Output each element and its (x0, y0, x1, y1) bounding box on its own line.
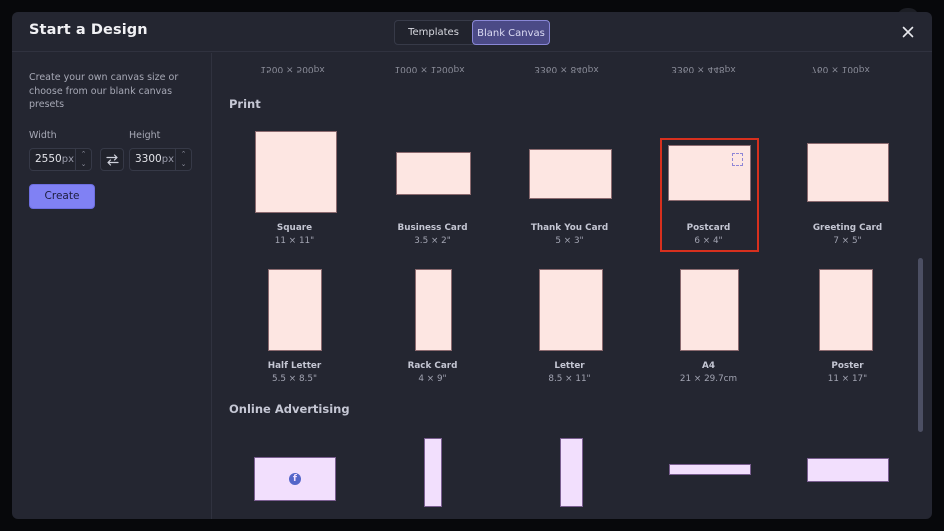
preset-ad-banner[interactable] (779, 403, 916, 519)
close-icon (902, 26, 914, 38)
preset-ad-skyscraper[interactable] (364, 403, 501, 519)
preset-size: 4 × 9" (418, 374, 447, 384)
preset-thumbnail (539, 269, 603, 351)
start-design-modal: Start a Design Templates Blank Canvas Cr… (12, 12, 932, 519)
preset-gallery: 1500 × 500px 1000 × 1500px 3360 × 840px … (213, 53, 932, 519)
preset-name: A4 (702, 361, 715, 371)
tab-templates[interactable]: Templates (395, 21, 472, 44)
chevron-down-icon[interactable]: ⌄ (176, 159, 191, 169)
width-label: Width (29, 130, 57, 141)
preset-ad-wide-skyscraper[interactable] (501, 403, 638, 519)
preset-thumbnail (669, 464, 751, 475)
preset-thumbnail: f (254, 457, 336, 501)
preset-name: Letter (554, 361, 585, 371)
preset-size: 8.5 × 11" (548, 374, 591, 384)
preset-thumbnail (268, 269, 322, 351)
preset-thumbnail (255, 131, 337, 213)
height-input[interactable]: 3300px ⌃ ⌄ (129, 148, 192, 171)
preset-business-card[interactable]: Business Card 3.5 × 2" (364, 97, 501, 246)
preset-name: Thank You Card (530, 223, 609, 233)
preset-name: Half Letter (267, 361, 322, 371)
tab-group: Templates Blank Canvas (394, 20, 550, 45)
swap-dimensions-button[interactable] (100, 148, 124, 171)
preset-square[interactable]: Square 11 × 11" (226, 97, 363, 246)
sidebar: Create your own canvas size or choose fr… (12, 53, 212, 519)
preset-thumbnail (807, 143, 889, 202)
close-button[interactable] (899, 23, 917, 41)
preset-half-letter[interactable]: Half Letter 5.5 × 8.5" (226, 235, 363, 384)
preset-size: 1500 × 500px (260, 64, 325, 73)
preset-name: Poster (831, 361, 864, 371)
preset-thumbnail (415, 269, 452, 351)
preset-thumbnail (529, 149, 612, 199)
preset-ad-leaderboard[interactable] (640, 403, 777, 519)
preset-name: Postcard (686, 223, 731, 233)
chevron-up-icon[interactable]: ⌃ (176, 149, 191, 159)
preset-thank-you-card[interactable]: Thank You Card 5 × 3" (501, 97, 638, 246)
preset-thumbnail (424, 438, 442, 507)
preset-rack-card[interactable]: Rack Card 4 × 9" (364, 235, 501, 384)
preset-size: 5.5 × 8.5" (272, 374, 317, 384)
preset-a4[interactable]: A4 21 × 29.7cm (640, 235, 777, 384)
stamp-icon (732, 153, 743, 166)
modal-title: Start a Design (29, 22, 148, 38)
height-label: Height (129, 130, 161, 141)
preset-thumbnail (396, 152, 471, 195)
chevron-down-icon[interactable]: ⌄ (76, 159, 91, 169)
width-stepper: ⌃ ⌄ (75, 149, 91, 170)
height-unit: px (161, 154, 174, 165)
tab-blank-canvas[interactable]: Blank Canvas (472, 20, 550, 45)
width-input[interactable]: 2550px ⌃ ⌄ (29, 148, 92, 171)
preset-thumbnail (819, 269, 873, 351)
modal-header: Start a Design Templates Blank Canvas (12, 12, 932, 52)
preset-greeting-card[interactable]: Greeting Card 7 × 5" (779, 97, 916, 246)
height-stepper: ⌃ ⌄ (175, 149, 191, 170)
width-unit: px (61, 154, 74, 165)
preset-thumbnail (560, 438, 583, 507)
preset-poster[interactable]: Poster 11 × 17" (779, 235, 916, 384)
preset-size: 3360 × 840px (534, 64, 599, 73)
preset-letter[interactable]: Letter 8.5 × 11" (501, 235, 638, 384)
preset-size: 760 × 100px (811, 64, 870, 73)
preset-size: 11 × 17" (827, 374, 868, 384)
height-value: 3300 (135, 153, 162, 165)
width-value: 2550 (35, 153, 62, 165)
facebook-icon: f (289, 473, 301, 485)
scrollbar-thumb[interactable] (918, 258, 923, 432)
swap-arrows-icon (106, 154, 119, 166)
preset-postcard[interactable]: Postcard 6 × 4" (640, 97, 777, 246)
preset-name: Greeting Card (812, 223, 883, 233)
preset-name: Square (276, 223, 313, 233)
chevron-up-icon[interactable]: ⌃ (76, 149, 91, 159)
preset-size: 21 × 29.7cm (679, 374, 738, 384)
preset-size: 1000 × 1500px (394, 64, 465, 73)
sidebar-description: Create your own canvas size or choose fr… (29, 72, 179, 110)
preset-name: Rack Card (407, 361, 458, 371)
previous-row-sizes: 1500 × 500px 1000 × 1500px 3360 × 840px … (213, 64, 913, 76)
preset-name: Business Card (397, 223, 468, 233)
preset-facebook-ad[interactable]: f (226, 403, 363, 519)
preset-thumbnail (668, 145, 751, 201)
preset-size: 3360 × 448px (671, 64, 736, 73)
create-button[interactable]: Create (29, 184, 95, 209)
preset-thumbnail (807, 458, 889, 482)
preset-thumbnail (680, 269, 739, 351)
